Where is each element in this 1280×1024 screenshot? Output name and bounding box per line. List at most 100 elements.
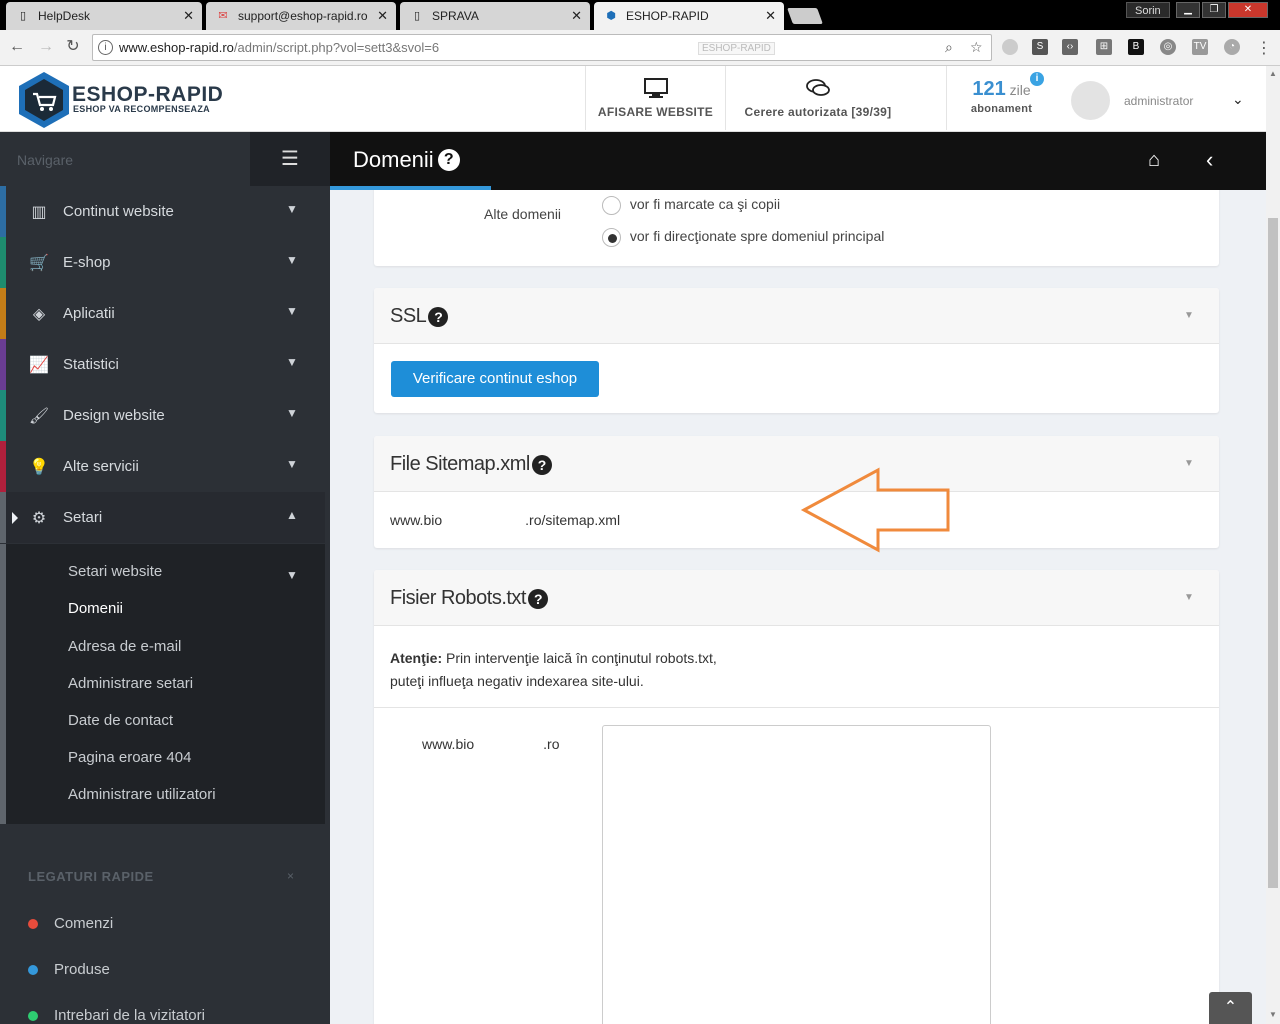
bulb-icon: 💡 — [29, 459, 49, 476]
quick-link-intrebari[interactable]: Intrebari de la vizitatori — [28, 1007, 205, 1024]
scrollbar-thumb[interactable] — [1268, 218, 1278, 888]
help-icon[interactable]: ? — [531, 455, 552, 475]
help-icon[interactable]: ? — [527, 589, 548, 609]
address-bar[interactable]: i www.eshop-rapid.ro/admin/script.php?vo… — [92, 34, 992, 61]
sidebar-item-e-shop[interactable]: 🛒 E-shop ▼ — [0, 237, 325, 288]
collapse-caret-icon[interactable]: ▼ — [1184, 592, 1194, 603]
browser-tab-eshop-rapid[interactable]: ⬢ ESHOP-RAPID ✕ — [594, 2, 784, 30]
browser-toolbar: ← → ↻ i www.eshop-rapid.ro/admin/script.… — [0, 30, 1280, 66]
browser-tab-helpdesk[interactable]: ▯ HelpDesk ✕ — [6, 2, 202, 30]
scroll-up-icon[interactable]: ▲ — [1269, 69, 1277, 78]
status-dot — [28, 1011, 38, 1022]
quick-link-comenzi[interactable]: Comenzi — [28, 915, 113, 932]
zoom-icon[interactable]: ⌕ — [945, 39, 953, 56]
browser-user-badge[interactable]: Sorin — [1126, 2, 1170, 18]
help-icon[interactable]: ? — [428, 307, 449, 327]
scroll-down-icon[interactable]: ▼ — [1269, 1010, 1277, 1019]
hamburger-menu-icon[interactable]: ☰ — [250, 132, 330, 186]
page-title-bar: Domenii? ⌂ ‹ — [330, 132, 1266, 190]
submenu-item-adresa-email[interactable]: Adresa de e-mail — [68, 638, 181, 655]
sidebar-item-label: Alte servicii — [63, 458, 139, 475]
sidebar-item-statistici[interactable]: 📈 Statistici ▼ — [0, 339, 325, 390]
browser-tab-support[interactable]: ✉ support@eshop-rapid.ro ✕ — [206, 2, 396, 30]
extension-s-icon[interactable]: S — [1032, 39, 1048, 55]
sidebar-item-aplicatii[interactable]: ◈ Aplicatii ▼ — [0, 288, 325, 339]
sidebar-item-continut-website[interactable]: ▥ Continut website ▼ — [0, 186, 325, 237]
extension-b-icon[interactable]: B — [1128, 39, 1144, 55]
submenu-item-administrare-utilizatori[interactable]: Administrare utilizatori — [68, 786, 216, 803]
reload-icon[interactable]: ↻ — [64, 38, 82, 56]
sidebar-item-design-website[interactable]: 🖌 Design website ▼ — [0, 390, 325, 441]
browser-tab-sprava[interactable]: ▯ SPRAVA ✕ — [400, 2, 590, 30]
page-scrollbar[interactable]: ▲ ▼ — [1266, 66, 1280, 1024]
cerere-autorizata-button[interactable]: Cerere autorizata [39/39] — [725, 66, 910, 130]
app-header: ESHOP-RAPID ESHOP VA RECOMPENSEAZA AFISA… — [0, 66, 1266, 132]
info-badge-icon[interactable]: i — [1030, 72, 1044, 86]
close-tab-icon[interactable]: ✕ — [377, 8, 388, 24]
sidebar-item-label: E-shop — [63, 254, 111, 271]
help-icon[interactable]: ? — [437, 149, 460, 171]
sitemap-url-start: www.bio — [390, 512, 443, 528]
eshop-logo-icon[interactable] — [16, 70, 72, 130]
sitemap-card-header[interactable]: File Sitemap.xml? ▼ — [374, 436, 1219, 492]
radio-option-copii[interactable]: vor fi marcate ca şi copii — [602, 196, 780, 215]
extension-code-icon[interactable]: ‹› — [1062, 39, 1078, 55]
robots-card-header[interactable]: Fisier Robots.txt? ▼ — [374, 570, 1219, 626]
tab-title: ESHOP-RAPID — [626, 9, 709, 23]
window-close-icon[interactable]: ✕ — [1228, 2, 1268, 18]
back-arrow-icon[interactable]: ← — [8, 38, 26, 56]
chevron-down-icon: ▼ — [286, 304, 298, 318]
close-tab-icon[interactable]: ✕ — [183, 8, 194, 24]
extension-globe-icon[interactable]: ◎ — [1160, 39, 1176, 55]
collapse-caret-icon[interactable]: ▼ — [1184, 310, 1194, 321]
admin-username[interactable]: administrator — [1124, 94, 1193, 108]
robots-txt-textarea[interactable] — [602, 725, 991, 1024]
back-to-top-button[interactable]: ⌃ — [1209, 992, 1252, 1024]
close-icon[interactable]: × — [287, 869, 294, 883]
sitemap-url[interactable]: www.bio .ro/sitemap.xml — [390, 512, 620, 528]
status-dot — [28, 919, 38, 930]
quick-link-produse[interactable]: Produse — [28, 961, 110, 978]
extension-network-icon[interactable]: ⊞ — [1096, 39, 1112, 55]
ssl-card-header[interactable]: SSL? ▼ — [374, 288, 1219, 344]
subscription-label: abonament — [970, 103, 1033, 115]
maximize-icon[interactable]: ❐ — [1202, 2, 1226, 18]
bookmark-star-icon[interactable]: ☆ — [970, 39, 983, 56]
chevron-left-icon[interactable]: ‹ — [1206, 147, 1213, 173]
submenu-item-pagina-404[interactable]: Pagina eroare 404 — [68, 749, 191, 766]
browser-menu-icon[interactable]: ⋮ — [1256, 38, 1272, 58]
chevron-down-icon: ▼ — [286, 253, 298, 267]
new-tab-button[interactable] — [787, 8, 823, 24]
radio-option-directionate[interactable]: vor fi direcţionate spre domeniul princi… — [602, 228, 884, 247]
tab-title: support@eshop-rapid.ro — [238, 9, 368, 23]
submenu-item-date-contact[interactable]: Date de contact — [68, 712, 173, 729]
radio-button[interactable] — [602, 196, 621, 215]
sidebar-item-label: Setari — [63, 509, 103, 526]
alte-domenii-label: Alte domenii — [484, 206, 562, 222]
radio-button-selected[interactable] — [602, 228, 621, 247]
chevron-down-icon[interactable]: ⌄ — [1232, 91, 1244, 108]
home-icon[interactable]: ⌂ — [1148, 149, 1160, 172]
submenu-item-setari-website[interactable]: Setari website — [68, 563, 162, 580]
verificare-continut-button[interactable]: Verificare continut eshop — [391, 361, 599, 397]
chevron-down-icon: ▼ — [286, 457, 298, 471]
sidebar-item-alte-servicii[interactable]: 💡 Alte servicii ▼ — [0, 441, 325, 492]
extension-tv-icon[interactable]: TV — [1192, 39, 1208, 55]
close-tab-icon[interactable]: ✕ — [571, 8, 582, 24]
collapse-caret-icon[interactable]: ▼ — [1184, 458, 1194, 469]
info-icon[interactable]: i — [98, 40, 113, 55]
redacted-area — [474, 736, 544, 752]
extension-icon[interactable] — [1002, 39, 1018, 55]
minimize-icon[interactable]: ▁ — [1176, 2, 1200, 18]
submenu-item-domenii[interactable]: Domenii — [68, 600, 123, 617]
afisare-website-button[interactable]: AFISARE WEBSITE — [585, 66, 725, 130]
extension-ring-icon[interactable]: ◔ — [1224, 39, 1240, 55]
chevron-down-icon[interactable]: ▼ — [286, 568, 298, 582]
close-tab-icon[interactable]: ✕ — [765, 8, 776, 24]
chevron-up-icon: ▲ — [286, 508, 298, 522]
days-unit: zile — [1009, 82, 1031, 98]
submenu-item-administrare-setari[interactable]: Administrare setari — [68, 675, 193, 692]
avatar[interactable] — [1071, 81, 1110, 120]
forward-arrow-icon[interactable]: → — [37, 38, 55, 56]
sidebar-item-setari[interactable]: ⚙ Setari ▲ — [0, 492, 325, 543]
